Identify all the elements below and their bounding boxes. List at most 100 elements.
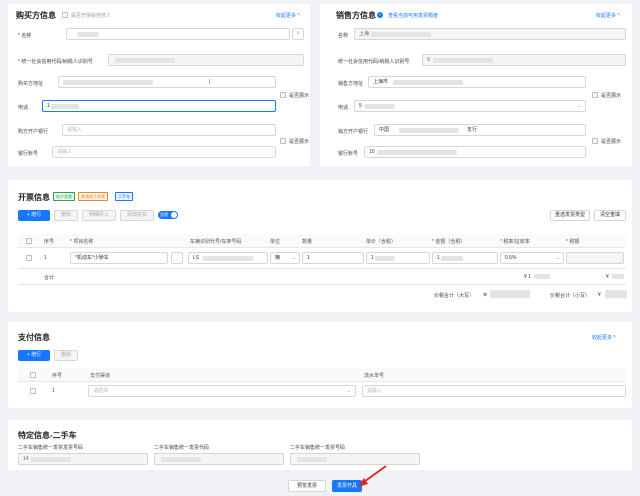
seller-address-show-label: 是否展示 [601, 93, 622, 99]
redacted-value [393, 80, 463, 85]
invoice-discount-button[interactable]: 添加折扣 [120, 210, 154, 221]
buyer-phone-value: 1 [47, 103, 50, 109]
redacted-value [115, 58, 175, 63]
select-all-checkbox[interactable] [26, 238, 32, 244]
seller-account-input[interactable]: 10 [364, 146, 586, 158]
buyer-name-label: * 名称 [18, 33, 32, 39]
buyer-name-input[interactable] [66, 28, 290, 40]
buyer-account-label: 银行账号 [18, 151, 39, 157]
used-car-invoice-code-label: 二手车销售统一发票代码 [154, 445, 210, 451]
chevron-down-icon: ⌄ [555, 255, 560, 261]
used-car-invoice-number2-label: 二手车销售统一发票号码 [290, 445, 346, 451]
issue-invoice-button[interactable]: 发票开具 [332, 480, 362, 492]
used-car-invoice-code-input[interactable] [154, 453, 284, 465]
row-checkbox[interactable] [26, 255, 32, 261]
buyer-account-input[interactable]: 请输入 [52, 146, 276, 158]
payment-col-serial: 流水单号 [364, 373, 385, 379]
item-name-picker-button[interactable] [171, 252, 183, 264]
payment-select-all-checkbox[interactable] [30, 372, 36, 378]
col-tax-rate: * 税率/征收率 [500, 239, 530, 245]
payment-delete-button[interactable]: 删除 [54, 350, 78, 361]
payment-add-row-button[interactable]: + 增行 [18, 350, 50, 361]
buyer-tax-id-label: * 统一社会信用代码/纳税人识别号 [18, 59, 93, 65]
buyer-address-show-checkbox[interactable] [280, 92, 286, 98]
buyer-address-value: | [209, 79, 211, 85]
tax-included-toggle[interactable]: 含税 [158, 211, 178, 219]
total-upper-label: 价税合计（大写） [434, 293, 475, 299]
seller-bank-input[interactable]: 中国 支行 [374, 124, 586, 136]
invoice-import-button[interactable]: 明细导入 [82, 210, 116, 221]
used-car-invoice-number-label: 二手车销售统一发票发票号码 [18, 445, 84, 451]
buyer-bank-show-checkbox[interactable] [280, 138, 286, 144]
natural-person-checkbox[interactable] [62, 12, 68, 18]
chevron-down-icon: ⌄ [291, 255, 296, 261]
subtotal-tax: ¥ [606, 274, 609, 280]
col-tax: * 税额 [566, 239, 580, 245]
tax-rate-value: 0.5% [505, 255, 517, 261]
buyer-search-button[interactable]: ⌕ [292, 28, 304, 40]
tax-amount-input[interactable] [566, 252, 624, 264]
seller-bank-value-end: 支行 [467, 127, 478, 133]
items-table-header [18, 234, 626, 248]
seller-name-value: 上海 [359, 31, 370, 37]
item-name-input[interactable]: *机动车*小轿车 [70, 252, 168, 264]
buyer-address-show-label: 是否展示 [289, 93, 310, 99]
buyer-phone-label: 电话 [18, 105, 29, 111]
seller-address-input[interactable]: 上海市 [368, 76, 586, 88]
subtotal-amount: ¥ 1 [524, 274, 531, 280]
seller-tax-id-value: 9 [427, 57, 430, 63]
clear-refill-button[interactable]: 清空重填 [594, 210, 626, 221]
seller-phone-select[interactable]: 5 ⌄ [354, 100, 586, 112]
redacted-value [77, 32, 99, 37]
payment-row-checkbox[interactable] [30, 388, 36, 394]
seller-name-input[interactable]: 上海 [354, 28, 626, 40]
seller-bank-show-checkbox[interactable] [592, 138, 598, 144]
seller-address-value: 上海市 [373, 79, 389, 85]
seller-tax-id-input[interactable]: 9 [422, 54, 626, 66]
tag-electronic: 电子发票 [53, 192, 75, 201]
payment-collapse-link[interactable]: 收起更多 ^ [592, 334, 616, 341]
payment-section: 支付信息 收起更多 ^ + 增行 删除 序号 支付渠道 流水单号 1 请选择 ⌄ … [8, 322, 632, 408]
invoice-title: 开票信息 [18, 193, 50, 202]
buyer-address-input[interactable]: | [58, 76, 276, 88]
invoice-delete-button[interactable]: 删除 [54, 210, 78, 221]
seller-quota-link[interactable]: 查看当前可用发票额度 [388, 12, 438, 19]
redacted-value [365, 104, 395, 109]
seller-collapse-link[interactable]: 收起更多 ^ [596, 12, 620, 19]
buyer-bank-input[interactable]: 请输入 [62, 124, 276, 136]
reset-invoice-type-button[interactable]: 重选发票类型 [550, 210, 590, 221]
payment-title: 支付信息 [18, 333, 50, 342]
tax-rate-select[interactable]: 0.5% ⌄ [500, 252, 564, 264]
seller-address-show-checkbox[interactable] [592, 92, 598, 98]
buyer-collapse-link[interactable]: 收起更多 ^ [276, 12, 300, 19]
total-upper-value: ⊗ [483, 292, 488, 298]
col-unit: 单位 [270, 239, 281, 245]
redacted-value [51, 104, 79, 109]
used-car-invoice-number-input[interactable]: 14 [18, 453, 148, 465]
payment-serial-input[interactable]: 请输入 [362, 385, 626, 397]
used-car-invoice-number2-input[interactable] [290, 453, 420, 465]
payment-row-index: 1 [52, 388, 55, 394]
buyer-phone-input[interactable]: 1 [42, 100, 276, 112]
price-input[interactable]: 1 [366, 252, 430, 264]
buyer-tax-id-input[interactable] [108, 54, 304, 66]
payment-channel-select[interactable]: 请选择 ⌄ [88, 385, 356, 397]
vin-input[interactable]: LS [188, 252, 268, 264]
unit-select[interactable]: 辆 ⌄ [270, 252, 300, 264]
natural-person-label: 是否开票给自然人 [71, 13, 112, 19]
seller-phone-value: 5 [359, 103, 362, 109]
redacted-value [63, 80, 153, 85]
redacted-value [605, 290, 627, 298]
payment-channel-placeholder: 请选择 [93, 388, 109, 394]
preview-invoice-button[interactable]: 预览发票 [288, 480, 326, 492]
row-divider [18, 268, 626, 269]
invoice-section: 开票信息 电子发票 普通电子发票 二手车 + 增行 删除 明细导入 添加折扣 含… [8, 180, 632, 312]
row-index: 1 [44, 255, 47, 261]
seller-account-label: 银行账号 [338, 151, 359, 157]
buyer-bank-label: 购方开户银行 [18, 129, 49, 135]
invoice-add-row-button[interactable]: + 增行 [18, 210, 50, 221]
col-index: 序号 [44, 239, 55, 245]
info-icon: ? [377, 12, 383, 18]
amount-input[interactable]: 1 [432, 252, 498, 264]
quantity-input[interactable]: 1 [302, 252, 364, 264]
